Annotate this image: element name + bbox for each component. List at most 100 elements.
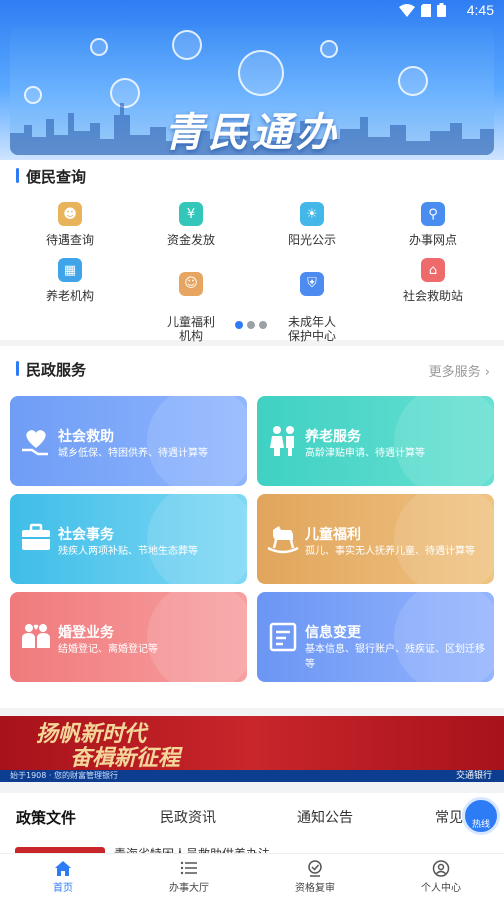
wifi-icon <box>399 3 415 17</box>
benefits-icon: ☻ <box>58 202 82 226</box>
heart-hand-icon <box>22 430 48 456</box>
shield-icon: ⛨ <box>300 272 324 296</box>
nav-label: 个人中心 <box>421 883 461 894</box>
tile-decoration <box>394 396 494 486</box>
query-item-benefits[interactable]: ☻ 待遇查询 <box>10 202 130 248</box>
civil-service-title: 民政服务 <box>16 359 86 380</box>
sim-icon <box>421 3 431 17</box>
tile-title: 社会救助 <box>58 429 114 445</box>
ad-banner[interactable]: 扬帆新时代 奋楫新征程 始于1908 · 您的财富管理银行 交通银行 <box>0 716 504 782</box>
nav-service-hall[interactable]: 办事大厅 <box>139 860 239 894</box>
bottom-nav: 首页 办事大厅 资格复审 个人中心 <box>0 853 504 897</box>
tile-decoration <box>394 494 494 584</box>
pager-dot[interactable] <box>235 321 243 329</box>
child-face-icon: ☺ <box>179 272 203 296</box>
tile-decoration <box>147 494 247 584</box>
bubble-user-icon <box>90 38 108 56</box>
hotline-label: 热线 <box>471 820 490 830</box>
battery-icon <box>437 3 446 17</box>
nav-label: 办事大厅 <box>169 883 209 894</box>
query-item-minor-protection[interactable]: ⛨ 未成年人 保护中心 <box>252 258 372 357</box>
tab-faq[interactable]: 常见 <box>435 807 463 827</box>
tab-civil-news[interactable]: 民政资讯 <box>160 807 216 827</box>
bubble-tablet-icon <box>238 50 284 96</box>
ad-slogan-line1: 扬帆新时代 <box>36 721 147 747</box>
query-item-label: 养老机构 <box>45 289 94 303</box>
ad-slogan: 扬帆新时代 奋楫新征程 <box>36 722 180 770</box>
tile-elderly-services[interactable]: 养老服务 高龄津贴申请、待遇计算等 <box>257 396 494 486</box>
review-icon <box>308 860 322 877</box>
location-pin-icon: ⚲ <box>421 202 445 226</box>
rocking-horse-icon <box>267 526 299 554</box>
query-item-label: 待遇查询 <box>45 233 94 247</box>
query-item-child-welfare[interactable]: ☺ 儿童福利 机构 <box>131 258 251 357</box>
hero-banner[interactable]: 青民通办 <box>10 28 494 155</box>
news-tabs: 政策文件 民政资讯 通知公告 常见 <box>0 793 504 837</box>
tile-title: 婚登业务 <box>58 625 114 641</box>
pager-dot[interactable] <box>259 321 267 329</box>
tile-social-affairs[interactable]: 社会事务 残疾人两项补贴、节地生态葬等 <box>10 494 247 584</box>
tab-notices[interactable]: 通知公告 <box>297 807 353 827</box>
nav-home[interactable]: 首页 <box>13 860 113 894</box>
tile-description: 结婚登记、离婚登记等 <box>58 644 158 655</box>
ad-slogan-line2: 奋楫新征程 <box>70 745 181 771</box>
query-item-label: 阳光公示 <box>287 233 336 247</box>
tile-social-assistance[interactable]: 社会救助 城乡低保、特困供养、待遇计算等 <box>10 396 247 486</box>
query-item-label: 儿童福利 机构 <box>166 315 215 343</box>
house-icon: ⌂ <box>421 258 445 282</box>
nav-profile[interactable]: 个人中心 <box>391 860 491 894</box>
query-item-label: 未成年人 保护中心 <box>287 315 336 343</box>
query-item-service-points[interactable]: ⚲ 办事网点 <box>373 202 493 248</box>
bubble-wifi-icon <box>398 66 428 96</box>
list-icon <box>180 861 197 875</box>
tile-marriage-registration[interactable]: 婚登业务 结婚登记、离婚登记等 <box>10 592 247 682</box>
query-item-funds[interactable]: ¥ 资金发放 <box>131 202 251 248</box>
nav-label: 首页 <box>53 883 73 894</box>
tile-info-change[interactable]: 信息变更 基本信息、银行账户、残疾证、区划迁移等 <box>257 592 494 682</box>
query-item-label: 资金发放 <box>166 233 215 247</box>
sun-icon: ☀ <box>300 202 324 226</box>
status-time: 4:45 <box>466 2 494 18</box>
tile-decoration <box>147 396 247 486</box>
tile-title: 信息变更 <box>305 625 361 641</box>
chevron-right-icon: › <box>484 365 490 380</box>
document-edit-icon <box>269 622 297 652</box>
hotline-button[interactable]: 热线 <box>462 797 500 835</box>
pager-dots[interactable] <box>235 321 267 329</box>
bubble-user-icon <box>320 40 338 58</box>
ad-footer: 始于1908 · 您的财富管理银行 <box>0 770 504 782</box>
banner-title: 青民通办 <box>164 110 340 155</box>
query-item-rescue-station[interactable]: ⌂ 社会救助站 <box>373 258 493 304</box>
app-root: 4:45 青民通办 便民查询 ☻ 待遇查询 ¥ 资金发放 ☀ 阳光公示 ⚲ 办事… <box>0 0 504 897</box>
ad-bank-name: 交通银行 <box>455 771 492 781</box>
more-services-label: 更多服务 <box>428 365 481 380</box>
tile-title: 养老服务 <box>305 429 361 445</box>
tile-description: 孤儿、事实无人抚养儿童、待遇计算等 <box>305 546 475 557</box>
elderly-people-icon <box>270 426 294 456</box>
tile-title: 儿童福利 <box>305 527 361 543</box>
query-item-publicity[interactable]: ☀ 阳光公示 <box>252 202 372 248</box>
query-item-label: 社会救助站 <box>402 289 463 303</box>
tile-description: 高龄津贴申请、待遇计算等 <box>305 448 425 459</box>
query-item-elderly-institutions[interactable]: ▦ 养老机构 <box>10 258 130 304</box>
bubble-chat-icon <box>172 30 202 60</box>
status-bar: 4:45 <box>0 0 504 22</box>
pager-dot[interactable] <box>247 321 255 329</box>
tile-description: 城乡低保、特困供养、待遇计算等 <box>58 448 208 459</box>
tile-description: 残疾人两项补贴、节地生态葬等 <box>58 546 198 557</box>
briefcase-icon <box>22 523 50 550</box>
nav-qualification-review[interactable]: 资格复审 <box>265 860 365 894</box>
home-icon <box>55 861 71 876</box>
building-icon: ▦ <box>58 258 82 282</box>
tab-policy-docs[interactable]: 政策文件 <box>16 807 76 828</box>
tile-title: 社会事务 <box>58 527 114 543</box>
tile-child-welfare[interactable]: 儿童福利 孤儿、事实无人抚养儿童、待遇计算等 <box>257 494 494 584</box>
nav-label: 资格复审 <box>295 883 335 894</box>
status-icons <box>399 3 446 17</box>
more-services-link[interactable]: 更多服务 › <box>429 361 490 380</box>
convenience-title: 便民查询 <box>16 166 86 187</box>
user-icon <box>432 860 450 877</box>
query-item-label: 办事网点 <box>408 233 457 247</box>
tile-decoration <box>147 592 247 682</box>
funds-icon: ¥ <box>179 202 203 226</box>
